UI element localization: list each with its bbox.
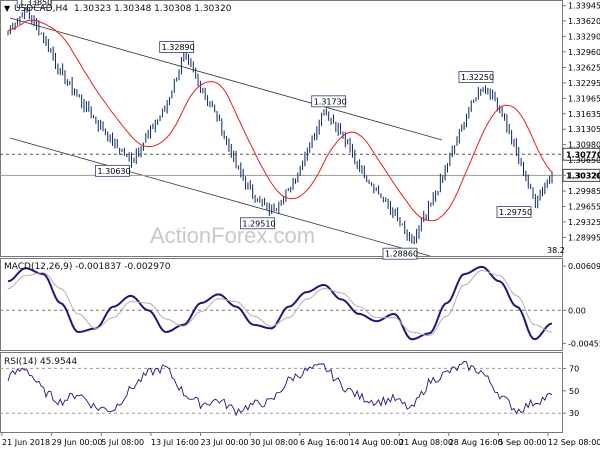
- x-tick-label: 21 Aug 08:00: [399, 438, 453, 447]
- x-tick-label: 5 Sep 00:00: [498, 438, 546, 447]
- chart-canvas: ActionForex.com 1.307701.30320 1.338501.…: [0, 0, 600, 447]
- macd-tick-label: 0.006097: [568, 262, 600, 271]
- macd-tick-label: 0.00: [568, 306, 586, 315]
- y-tick-label: 1.30650: [568, 156, 600, 165]
- x-tick-label: 28 Aug 16:00: [449, 438, 503, 447]
- y-tick-label: 1.31635: [568, 110, 600, 119]
- price-header-symbol: USDCAD,H4: [14, 4, 68, 14]
- y-tick-label: 1.28995: [568, 233, 600, 242]
- y-tick-label: 1.31965: [568, 94, 600, 103]
- fib-label: 38.2: [547, 246, 565, 255]
- x-tick-label: 29 Jun 00:00: [52, 438, 103, 447]
- y-tick-label: 1.30320: [568, 171, 600, 180]
- x-tick-label: 5 Jul 08:00: [101, 438, 144, 447]
- rsi-panel-frame: [0, 352, 563, 433]
- x-tick-label: 13 Jul 16:00: [151, 438, 199, 447]
- price-annotation-label: 1.30630: [98, 167, 131, 176]
- y-tick-label: 1.32960: [568, 48, 600, 57]
- price-annotation-label: 1.28860: [385, 250, 418, 259]
- rsi-tick-label: 70: [569, 364, 579, 373]
- x-tick-label: 23 Jul 00:00: [201, 438, 249, 447]
- rsi-tick-label: 30: [569, 409, 579, 418]
- price-annotation-label: 1.31730: [314, 97, 347, 106]
- x-tick-label: 14 Aug 00:00: [349, 438, 403, 447]
- rsi-tick-label: 50: [569, 387, 579, 396]
- y-tick-label: 1.33290: [568, 32, 600, 41]
- y-tick-label: 1.32625: [568, 63, 600, 72]
- watermark: ActionForex.com: [150, 223, 315, 248]
- x-tick-label: 30 Jul 08:00: [250, 438, 298, 447]
- price-annotation-label: 1.32250: [461, 73, 494, 82]
- x-tick-label: 6 Aug 16:00: [300, 438, 349, 447]
- y-tick-label: 1.29325: [568, 218, 600, 227]
- price-y-axis: 1.33945 1.33620 1.33290 1.32960 1.32625 1.322…: [562, 2, 600, 242]
- price-annotation-label: 1.32890: [162, 43, 195, 52]
- macd-title: MACD(12,26,9) -0.001837 -0.002970: [4, 262, 171, 272]
- x-tick-label: 21 Jun 2018: [2, 438, 50, 447]
- y-tick-label: 1.33945: [568, 2, 600, 11]
- macd-tick-label: -0.004557: [568, 339, 600, 348]
- y-tick-label: 1.30980: [568, 140, 600, 149]
- price-header-arrow: ▼: [4, 4, 11, 13]
- x-axis: 21 Jun 2018 29 Jun 00:005 Jul 08:00 13 Jul…: [1, 432, 600, 447]
- price-header-quote: 1.30323 1.30348 1.30308 1.30320: [74, 4, 232, 14]
- y-tick-label: 1.29985: [568, 187, 600, 196]
- rsi-title: RSI(14) 45.9544: [4, 357, 77, 367]
- price-annotation-label: 1.29750: [499, 208, 532, 217]
- y-tick-label: 1.29655: [568, 202, 600, 211]
- y-tick-label: 1.33620: [568, 17, 600, 26]
- y-tick-label: 1.32295: [568, 79, 600, 88]
- price-annotation-label: 1.29510: [242, 219, 275, 228]
- x-tick-label: 12 Sep 08:00: [548, 438, 600, 447]
- y-tick-label: 1.31305: [568, 125, 600, 134]
